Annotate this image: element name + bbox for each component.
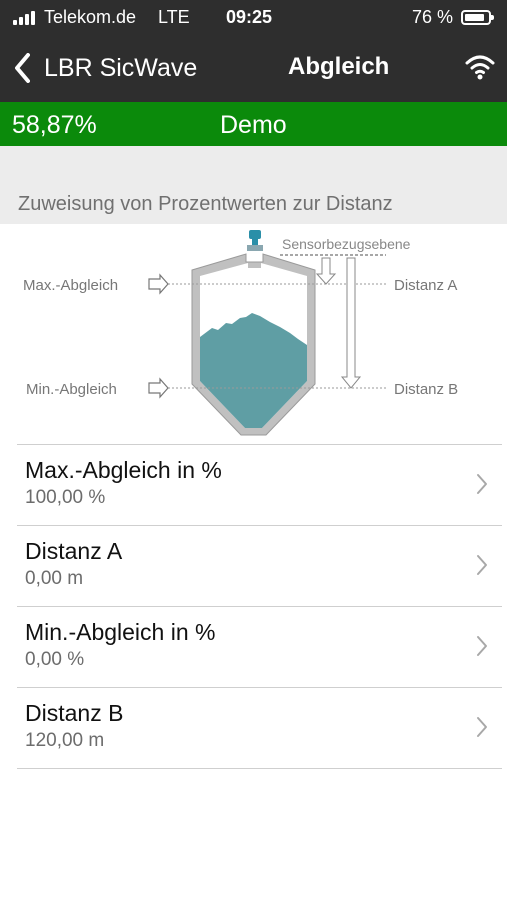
clock: 09:25 xyxy=(226,7,273,27)
page-title: Abgleich xyxy=(288,53,390,80)
list-item-distance-a[interactable]: Distanz A 0,00 m xyxy=(17,525,502,606)
sensor-reference-label: Sensorbezugsebene xyxy=(282,236,411,252)
distance-b-label: Distanz B xyxy=(394,381,458,398)
list-item-value: 100,00 % xyxy=(25,487,106,508)
list-item-max-adjustment[interactable]: Max.-Abgleich in % 100,00 % xyxy=(17,444,502,525)
chevron-right-icon xyxy=(477,555,487,575)
list-item-value: 0,00 % xyxy=(25,649,85,670)
measured-percent: 58,87% xyxy=(12,111,97,139)
min-pointer-icon xyxy=(148,377,169,399)
wifi-icon[interactable] xyxy=(464,52,496,80)
mode-label: Demo xyxy=(220,111,287,139)
max-adjustment-label: Max.-Abgleich xyxy=(23,277,118,294)
list-item-title: Distanz B xyxy=(25,700,124,726)
parameter-list: Max.-Abgleich in % 100,00 % Distanz A 0,… xyxy=(17,444,502,769)
chevron-right-icon xyxy=(477,717,487,737)
list-item-min-adjustment[interactable]: Min.-Abgleich in % 0,00 % xyxy=(17,606,502,687)
max-pointer-icon xyxy=(148,273,169,295)
list-item-title: Max.-Abgleich in % xyxy=(25,457,222,483)
status-bar: Telekom.de LTE 09:25 76 % xyxy=(0,0,507,36)
chevron-right-icon xyxy=(477,474,487,494)
network-type: LTE xyxy=(158,7,190,27)
back-button[interactable]: LBR SicWave xyxy=(14,50,197,86)
list-item-title: Min.-Abgleich in % xyxy=(25,619,216,645)
chevron-left-icon xyxy=(15,53,30,83)
radar-sensor-icon xyxy=(247,230,263,251)
list-item-value: 0,00 m xyxy=(25,568,84,589)
distance-a-arrow xyxy=(315,257,337,285)
chevron-right-icon xyxy=(477,636,487,656)
battery-percent: 76 % xyxy=(412,7,454,27)
distance-b-arrow xyxy=(340,257,362,389)
navigation-bar: LBR SicWave Abgleich xyxy=(0,36,507,102)
carrier-name: Telekom.de xyxy=(44,7,137,27)
min-adjustment-label: Min.-Abgleich xyxy=(26,381,117,398)
section-title: Zuweisung von Prozentwerten zur Distanz xyxy=(18,193,393,215)
list-item-value: 120,00 m xyxy=(25,730,105,751)
battery-icon xyxy=(461,10,494,25)
list-item-distance-b[interactable]: Distanz B 120,00 m xyxy=(17,687,502,769)
list-item-title: Distanz A xyxy=(25,538,123,564)
section-header: Zuweisung von Prozentwerten zur Distanz xyxy=(0,146,507,224)
adjustment-diagram: Sensorbezugsebene Max.-Abgleich Min.-Abg… xyxy=(0,224,507,444)
signal-icon xyxy=(13,11,39,25)
back-button-label: LBR SicWave xyxy=(44,53,198,82)
measured-value-bar: 58,87% Demo xyxy=(0,102,507,146)
distance-a-label: Distanz A xyxy=(394,277,457,294)
